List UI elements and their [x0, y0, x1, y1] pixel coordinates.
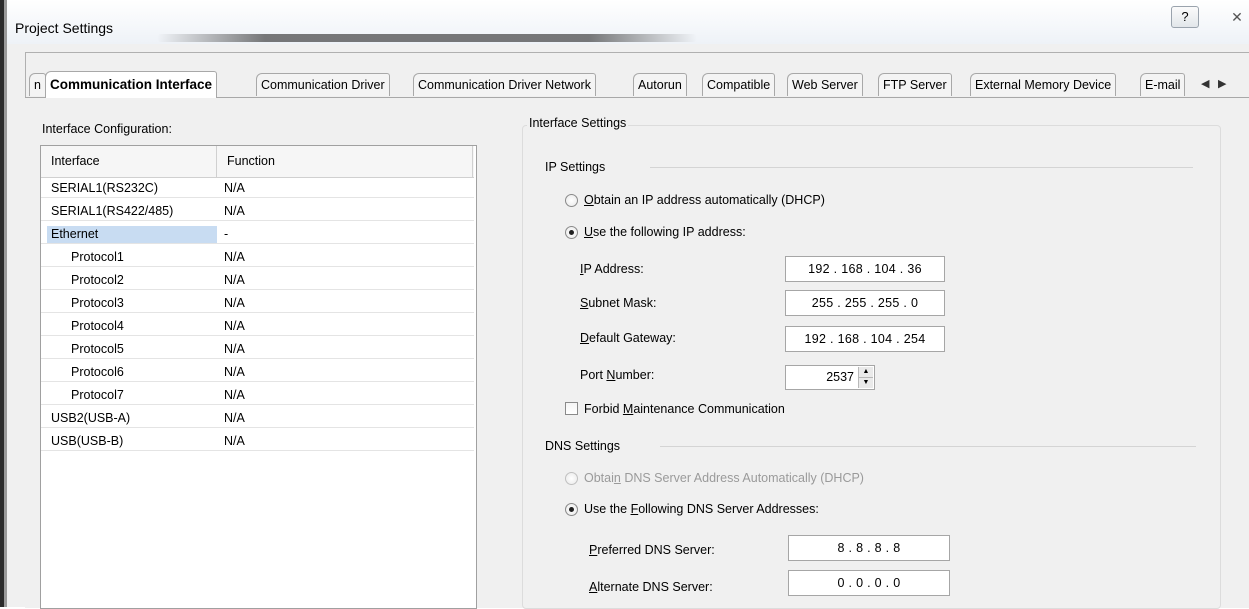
row-interface: Protocol6	[71, 365, 124, 379]
tab-compatible[interactable]: Compatible	[702, 73, 776, 96]
list-row[interactable]: Protocol5 N/A	[41, 340, 474, 359]
row-interface: Protocol3	[71, 296, 124, 310]
default-gateway-label: Default Gateway:	[580, 331, 676, 345]
window-title: Project Settings	[15, 20, 114, 36]
row-function: N/A	[224, 296, 245, 310]
row-interface: Protocol2	[71, 273, 124, 287]
list-row[interactable]: Protocol7 N/A	[41, 386, 474, 405]
tab-strip: n Communication Interface Communication …	[25, 71, 1249, 98]
ip-settings-divider	[650, 167, 1193, 168]
forbid-maintenance-checkbox[interactable]	[565, 402, 578, 415]
interface-config-label: Interface Configuration:	[42, 122, 172, 136]
row-function: N/A	[224, 434, 245, 448]
row-function: N/A	[224, 388, 245, 402]
list-row[interactable]: Protocol2 N/A	[41, 271, 474, 290]
help-icon[interactable]: ?	[1171, 6, 1199, 28]
close-icon[interactable]: ✕	[1227, 8, 1247, 26]
tab-email[interactable]: E-mail	[1140, 73, 1186, 96]
tab-communication-interface[interactable]: Communication Interface	[45, 71, 218, 98]
dns-auto-radio[interactable]	[565, 472, 578, 485]
dhcp-radio-label[interactable]: Obtain an IP address automatically (DHCP…	[584, 193, 825, 207]
row-function: N/A	[224, 319, 245, 333]
spin-down-icon[interactable]: ▼	[859, 378, 873, 388]
list-row[interactable]: Protocol3 N/A	[41, 294, 474, 313]
ip-address-field[interactable]: 192 . 168 . 104 . 36	[785, 256, 945, 282]
row-interface: USB2(USB-A)	[51, 411, 131, 425]
dns-settings-divider	[660, 446, 1196, 447]
row-interface: SERIAL1(RS422/485)	[51, 204, 174, 218]
dns-settings-title: DNS Settings	[545, 439, 627, 453]
port-number-value[interactable]: 2537	[826, 366, 854, 389]
list-row[interactable]: Protocol1 N/A	[41, 248, 474, 267]
preferred-dns-field[interactable]: 8 . 8 . 8 . 8	[788, 535, 950, 561]
row-interface: SERIAL1(RS232C)	[51, 181, 158, 195]
subnet-mask-label: Subnet Mask:	[580, 296, 657, 310]
spin-up-icon[interactable]: ▲	[859, 367, 873, 378]
list-header: Interface Function	[41, 146, 474, 178]
list-row[interactable]: USB(USB-B) N/A	[41, 432, 474, 451]
list-row[interactable]: USB2(USB-A) N/A	[41, 409, 474, 428]
subnet-mask-field[interactable]: 255 . 255 . 255 . 0	[785, 290, 945, 316]
row-function: N/A	[224, 411, 245, 425]
column-header-function[interactable]: Function	[217, 146, 473, 177]
row-interface: Ethernet	[51, 227, 99, 241]
row-function: N/A	[224, 181, 245, 195]
port-number-label: Port Number:	[580, 368, 655, 382]
row-function: N/A	[224, 342, 245, 356]
dns-manual-radio-label[interactable]: Use the Following DNS Server Addresses:	[584, 502, 819, 516]
tab-web-server[interactable]: Web Server	[787, 73, 863, 96]
row-function: N/A	[224, 273, 245, 287]
row-interface: Protocol1	[71, 250, 124, 264]
row-function: N/A	[224, 204, 245, 218]
row-function: N/A	[224, 250, 245, 264]
list-row[interactable]: Protocol4 N/A	[41, 317, 474, 336]
forbid-maintenance-label[interactable]: Forbid Maintenance Communication	[584, 402, 785, 416]
tab-communication-driver-network[interactable]: Communication Driver Network	[413, 73, 596, 96]
tab-autorun[interactable]: Autorun	[633, 73, 687, 96]
row-function: -	[224, 227, 229, 241]
list-row-selected[interactable]: Ethernet -	[41, 225, 474, 244]
interface-settings-title: Interface Settings	[527, 116, 629, 130]
list-row[interactable]: Protocol6 N/A	[41, 363, 474, 382]
ip-address-label: IP Address:	[580, 262, 644, 276]
dhcp-radio[interactable]	[565, 194, 578, 207]
preferred-dns-label: Preferred DNS Server:	[589, 543, 715, 557]
list-row[interactable]: SERIAL1(RS232C) N/A	[41, 179, 474, 198]
tab-partial[interactable]: n	[29, 73, 46, 96]
row-interface: Protocol5	[71, 342, 124, 356]
static-ip-radio-label[interactable]: Use the following IP address:	[584, 225, 746, 239]
column-header-interface[interactable]: Interface	[41, 146, 217, 177]
interface-list[interactable]: Interface Function SERIAL1(RS232C) N/A SE…	[40, 145, 477, 609]
list-row[interactable]: SERIAL1(RS422/485) N/A	[41, 202, 474, 221]
row-interface: Protocol7	[71, 388, 124, 402]
dns-manual-radio[interactable]	[565, 503, 578, 516]
row-interface: USB(USB-B)	[51, 434, 124, 448]
row-interface: Protocol4	[71, 319, 124, 333]
title-bar-shadow	[157, 34, 697, 42]
tab-scroll-right-icon[interactable]: ▶	[1218, 71, 1226, 97]
ip-settings-title: IP Settings	[545, 160, 612, 174]
static-ip-radio[interactable]	[565, 226, 578, 239]
row-function: N/A	[224, 365, 245, 379]
default-gateway-field[interactable]: 192 . 168 . 104 . 254	[785, 326, 945, 352]
alternate-dns-field[interactable]: 0 . 0 . 0 . 0	[788, 570, 950, 596]
title-bar: Project Settings ? ✕	[7, 0, 1249, 44]
tab-ftp-server[interactable]: FTP Server	[878, 73, 952, 96]
dns-auto-radio-label[interactable]: Obtain DNS Server Address Automatically …	[584, 471, 864, 485]
port-spin-buttons: ▲ ▼	[858, 367, 873, 388]
tab-communication-driver[interactable]: Communication Driver	[256, 73, 390, 96]
port-number-stepper[interactable]: 2537 ▲ ▼	[785, 365, 875, 390]
tab-scroll-left-icon[interactable]: ◀	[1201, 71, 1209, 97]
tab-external-memory-device[interactable]: External Memory Device	[970, 73, 1117, 96]
alternate-dns-label: Alternate DNS Server:	[589, 580, 713, 594]
